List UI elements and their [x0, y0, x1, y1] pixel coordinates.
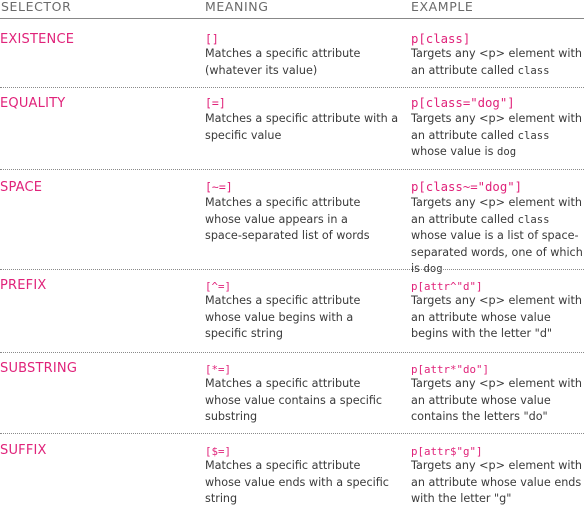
operator-code: [^=]: [205, 280, 232, 293]
selector-name: SPACE: [0, 180, 43, 195]
operator-code: [~=]: [205, 180, 233, 194]
example-text: Targets any <p> element with an attribut…: [411, 294, 582, 340]
selector-name: EQUALITY: [0, 96, 66, 111]
selector-name: PREFIX: [0, 278, 47, 293]
selector-name: SUBSTRING: [0, 361, 78, 376]
header-example: EXAMPLE: [411, 0, 474, 14]
example-code: p[attr^"d"]: [411, 280, 483, 293]
row-divider: [0, 87, 584, 88]
example-code: p[class="dog"]: [411, 96, 515, 110]
row-divider: [0, 352, 584, 353]
selector-name: EXISTENCE: [0, 32, 75, 47]
row-divider: [0, 169, 584, 170]
example-text: Targets any <p> element with an attribut…: [411, 112, 582, 158]
selector-name: SUFFIX: [0, 443, 47, 458]
meaning-text: Matches a specific attribute (whatever i…: [205, 47, 361, 77]
example-code: p[attr*"do"]: [411, 363, 490, 376]
example-code: p[attr$"g"]: [411, 445, 483, 458]
example-text: Targets any <p> element with an attribut…: [411, 47, 582, 77]
table-header: SELECTOR MEANING EXAMPLE: [0, 0, 584, 19]
example-code: p[class~="dog"]: [411, 180, 523, 194]
operator-code: [*=]: [205, 363, 232, 376]
row-divider: [0, 433, 584, 434]
meaning-text: Matches a specific attribute whose value…: [205, 196, 370, 242]
meaning-text: Matches a specific attribute whose value…: [205, 459, 389, 505]
header-meaning: MEANING: [205, 0, 269, 14]
meaning-text: Matches a specific attribute whose value…: [205, 377, 383, 423]
header-selector: SELECTOR: [1, 0, 72, 14]
row-divider: [0, 269, 584, 270]
operator-code: []: [205, 32, 219, 46]
operator-code: [$=]: [205, 445, 232, 458]
operator-code: [=]: [205, 96, 226, 110]
example-text: Targets any <p> element with an attribut…: [411, 459, 582, 505]
example-text: Targets any <p> element with an attribut…: [411, 377, 582, 423]
header-divider: [0, 18, 584, 19]
meaning-text: Matches a specific attribute whose value…: [205, 294, 361, 340]
example-text: Targets any <p> element with an attribut…: [411, 196, 583, 275]
meaning-text: Matches a specific attribute with a spec…: [205, 112, 399, 142]
example-code: p[class]: [411, 32, 471, 46]
